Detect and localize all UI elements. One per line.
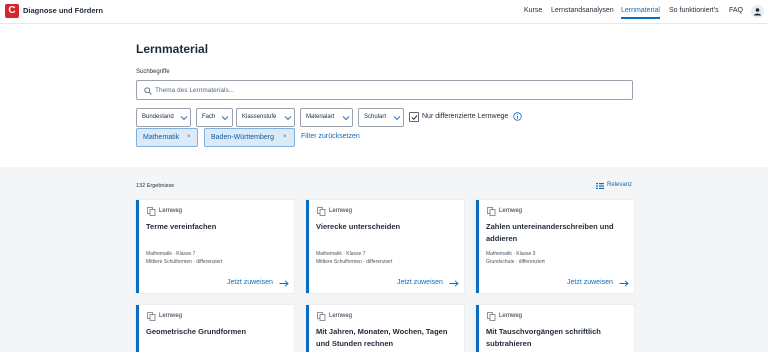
card-subject: Mathematik · Klasse 7: [316, 251, 366, 257]
card-subject: Mathematik · Klasse 7: [146, 251, 196, 257]
card-subject: Mathematik · Klasse 3: [486, 251, 536, 257]
nav-lernmaterial[interactable]: Lernmaterial: [621, 7, 660, 14]
lernweg-card[interactable]: Lernweg Mit Jahren, Monaten, Wochen, Tag…: [306, 305, 464, 352]
nav-lernstandsanalysen[interactable]: Lernstandsanalysen: [551, 7, 614, 14]
arrow-right-icon: [619, 280, 629, 287]
chevron-down-icon: [180, 116, 188, 121]
lernweg-card[interactable]: Lernweg Terme vereinfachen Mathematik · …: [136, 200, 294, 293]
filter-label: Materialart: [306, 114, 335, 120]
chevron-down-icon: [393, 116, 401, 121]
assign-button[interactable]: Jetzt zuweisen: [397, 279, 459, 287]
filter-schulart[interactable]: Schulart: [358, 108, 404, 127]
search-label: Suchbegriffe: [136, 69, 170, 75]
lernweg-icon: [487, 207, 496, 216]
card-title[interactable]: Geometrische Grundformen: [146, 326, 291, 338]
filter-label: Schulart: [364, 114, 387, 120]
chip-mathematik[interactable]: Mathematik ×: [136, 128, 198, 147]
assign-label: Jetzt zuweisen: [397, 279, 443, 286]
card-title[interactable]: Terme vereinfachen: [146, 221, 291, 233]
chevron-down-icon: [221, 116, 229, 121]
checkmark-icon: [411, 115, 418, 121]
card-type-label: Lernweg: [159, 313, 183, 319]
card-title[interactable]: Mit Tauschvorgängen schriftlich subtrahi…: [486, 326, 631, 350]
nav-faq[interactable]: FAQ: [729, 7, 743, 14]
arrow-right-icon: [449, 280, 459, 287]
lernweg-card[interactable]: Lernweg Mit Tauschvorgängen schriftlich …: [476, 305, 634, 352]
differenziert-checkbox[interactable]: [409, 112, 419, 122]
user-avatar[interactable]: [751, 5, 764, 18]
filter-label: Fach: [202, 114, 216, 120]
sort-icon: [596, 183, 604, 189]
chip-label: Baden-Württemberg: [211, 134, 275, 141]
sort-label: Relevanz: [607, 182, 633, 188]
chip-baden-wuerttemberg[interactable]: Baden-Württemberg ×: [204, 128, 295, 147]
lernweg-icon: [487, 312, 496, 321]
differenziert-checkbox-label[interactable]: Nur differenzierte Lernwege: [422, 113, 508, 120]
card-title[interactable]: Zahlen untereinanderschreiben und addier…: [486, 221, 631, 245]
reset-filters-link[interactable]: Filter zurücksetzen: [301, 133, 360, 140]
info-icon[interactable]: [513, 112, 522, 121]
filter-materialart[interactable]: Materialart: [300, 108, 353, 127]
card-type-label: Lernweg: [329, 313, 353, 319]
user-icon: [754, 8, 761, 16]
results-count: 132 Ergebnisse: [136, 183, 175, 189]
lernweg-icon: [147, 312, 156, 321]
top-header: C Diagnose und Fördern Kurse Lernstandsa…: [0, 0, 768, 24]
chevron-down-icon: [284, 116, 292, 121]
chip-label: Mathematik: [143, 134, 180, 141]
card-school-type: Grundschule · differenziert: [486, 259, 545, 265]
lernweg-icon: [317, 207, 326, 216]
card-school-type: Mittlere Schulformen · differenziert: [316, 259, 393, 265]
lernweg-card[interactable]: Lernweg Zahlen untereinanderschreiben un…: [476, 200, 634, 293]
search-icon: [144, 87, 152, 95]
remove-filter-icon[interactable]: ×: [283, 134, 287, 140]
nav-kurse[interactable]: Kurse: [524, 7, 542, 14]
lernweg-card[interactable]: Lernweg Vierecke unterscheiden Mathemati…: [306, 200, 464, 293]
brand-name[interactable]: Diagnose und Fördern: [23, 6, 103, 15]
lernweg-icon: [317, 312, 326, 321]
filter-bundesland[interactable]: Bundesland: [136, 108, 191, 127]
chevron-down-icon: [342, 116, 350, 121]
remove-filter-icon[interactable]: ×: [187, 134, 191, 140]
lernweg-card[interactable]: Lernweg Geometrische Grundformen: [136, 305, 294, 352]
active-nav-indicator: [621, 17, 660, 19]
card-type-label: Lernweg: [499, 313, 523, 319]
lernweg-icon: [147, 207, 156, 216]
assign-label: Jetzt zuweisen: [227, 279, 273, 286]
card-title[interactable]: Vierecke unterscheiden: [316, 221, 461, 233]
filter-label: Bundesland: [142, 114, 174, 120]
card-type-label: Lernweg: [329, 208, 353, 214]
assign-button[interactable]: Jetzt zuweisen: [227, 279, 289, 287]
brand-logo[interactable]: C: [5, 4, 19, 18]
filter-label: Klassenstufe: [242, 114, 277, 120]
filter-klassenstufe[interactable]: Klassenstufe: [236, 108, 295, 127]
card-type-label: Lernweg: [499, 208, 523, 214]
card-school-type: Mittlere Schulformen · differenziert: [146, 259, 223, 265]
search-input[interactable]: [155, 84, 625, 97]
assign-button[interactable]: Jetzt zuweisen: [567, 279, 629, 287]
filter-fach[interactable]: Fach: [196, 108, 233, 127]
page-title: Lernmaterial: [136, 42, 209, 56]
card-type-label: Lernweg: [159, 208, 183, 214]
arrow-right-icon: [279, 280, 289, 287]
card-title[interactable]: Mit Jahren, Monaten, Wochen, Tagen und S…: [316, 326, 461, 350]
nav-so-funktionierts[interactable]: So funktioniert's: [669, 7, 719, 14]
search-field[interactable]: [136, 80, 633, 100]
assign-label: Jetzt zuweisen: [567, 279, 613, 286]
